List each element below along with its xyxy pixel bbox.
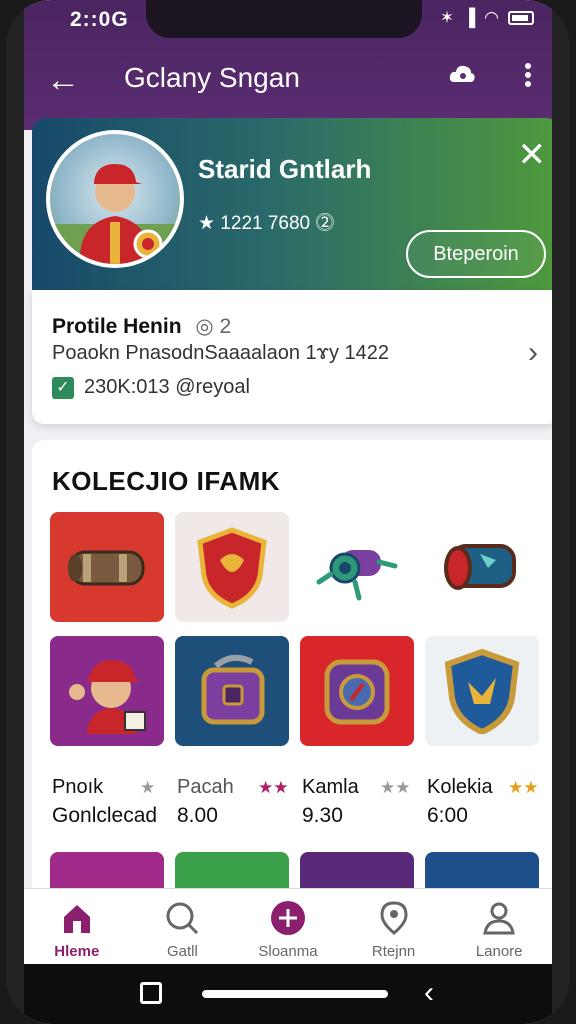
card-rating-star: ★★ xyxy=(508,778,539,797)
checkbox-icon[interactable]: ✓ xyxy=(52,376,74,399)
collection-section: KOLECJIO IFAMK Pnoık ★ Gonlclecad Pacah … xyxy=(32,440,552,900)
info-title-row: Protile Henin ◎ 2 xyxy=(52,314,231,339)
card-value: Gonlclecad xyxy=(52,804,158,827)
collection-tile-gold-shield[interactable] xyxy=(425,636,539,746)
collection-tile-player-card[interactable] xyxy=(50,636,164,746)
recents-button[interactable] xyxy=(140,982,162,1004)
cloud-gear-icon xyxy=(449,65,475,82)
nav-location[interactable]: Rtejnn xyxy=(341,889,447,964)
signal-icon: ▐ xyxy=(463,8,476,27)
app-title: Gclany Sngan xyxy=(124,62,300,93)
chevron-right-icon[interactable]: › xyxy=(528,336,538,370)
add-circle-icon xyxy=(270,901,305,935)
card-value: 9.30 xyxy=(302,804,343,827)
shield-badge-icon xyxy=(197,527,267,609)
phone-frame: 2::0G ✶ ▐ ◠ ← Gclany Sngan Starid Gntlar… xyxy=(6,0,570,1024)
gold-shield-icon xyxy=(444,648,520,734)
location-icon xyxy=(380,901,408,935)
system-navigation-bar: ‹ xyxy=(24,964,552,1024)
more-options-button[interactable] xyxy=(510,60,546,100)
profile-icon xyxy=(483,902,515,935)
status-time: 2::0G xyxy=(70,8,129,31)
info-stat-row: ✓ 230K:013 @reyoal xyxy=(52,376,250,399)
battery-icon xyxy=(508,11,534,25)
search-icon xyxy=(166,902,199,935)
drum-item-icon xyxy=(444,544,516,590)
card-rating-star: ★ xyxy=(140,778,156,797)
nav-label: Sloanma xyxy=(258,943,318,960)
collection-tile-lizard[interactable] xyxy=(300,512,414,622)
profile-banner: Starid Gntlarh ★ 1221 7680 ⓶ ✕ Bteperoin xyxy=(32,118,552,290)
card-name: Pnoık xyxy=(52,776,104,798)
card-rating-star: ★★ xyxy=(380,778,411,797)
cartoon-player-icon xyxy=(69,660,146,734)
cloud-settings-button[interactable] xyxy=(444,60,480,100)
creature-item-icon xyxy=(316,550,398,601)
collection-tile-scroll[interactable] xyxy=(50,512,164,622)
wifi-icon: ◠ xyxy=(484,8,499,27)
bluetooth-icon: ✶ xyxy=(439,8,455,27)
info-stat-text: 230K:013 @reyoal xyxy=(84,376,250,398)
card-rating-star: ★★ xyxy=(258,778,289,797)
info-count: ◎ 2 xyxy=(195,315,232,338)
nav-label: Gatll xyxy=(166,943,198,960)
card-name: Kamla xyxy=(302,776,359,798)
bottom-navigation: Hleme Gatll Sloanma Rtejnn Lanore xyxy=(24,888,552,964)
status-icons: ✶ ▐ ◠ xyxy=(440,8,534,28)
nav-label: Rtejnn xyxy=(371,943,416,960)
camera-notch xyxy=(146,0,422,38)
nav-home[interactable]: Hleme xyxy=(24,889,130,964)
banner-action-button[interactable]: Bteperoin xyxy=(406,230,546,278)
nav-search[interactable]: Gatll xyxy=(130,889,236,964)
player-avatar[interactable] xyxy=(46,130,184,268)
system-back-button[interactable]: ‹ xyxy=(424,976,434,1010)
scroll-item-icon xyxy=(68,550,145,586)
collection-tile-shield-book[interactable] xyxy=(175,512,289,622)
card-value: 6:00 xyxy=(427,804,468,827)
card-name: Pacah xyxy=(177,776,234,798)
nav-create[interactable]: Sloanma xyxy=(235,889,341,964)
nav-profile[interactable]: Lanore xyxy=(446,889,552,964)
nav-label: Hleme xyxy=(54,943,100,960)
gear-bag-icon xyxy=(201,654,265,725)
nav-label: Lanore xyxy=(475,943,523,960)
player-stats: ★ 1221 7680 ⓶ xyxy=(198,213,335,234)
profile-info-card[interactable]: Protile Henin ◎ 2 Poaokn PnasodnSaaaalao… xyxy=(32,290,552,424)
collection-title: KOLECJIO IFAMK xyxy=(52,466,281,496)
home-icon xyxy=(63,905,90,933)
info-title: Protile Henin xyxy=(52,315,182,338)
collection-tile-cannon[interactable] xyxy=(425,512,539,622)
emblem-item-icon xyxy=(324,659,390,725)
player-portrait-image xyxy=(50,164,180,264)
close-button[interactable]: ✕ xyxy=(518,138,547,172)
player-name: Starid Gntlarh xyxy=(198,154,372,184)
back-button[interactable]: ← xyxy=(46,60,86,100)
home-gesture-bar[interactable] xyxy=(202,990,388,998)
collection-tile-bag[interactable] xyxy=(175,636,289,746)
info-description: Poaokn PnasodnSaaaalaon 1ɤy 1422 xyxy=(52,342,390,364)
more-vert-icon xyxy=(525,63,531,87)
collection-tile-amulet[interactable] xyxy=(300,636,414,746)
card-name: Kolekia xyxy=(427,776,493,798)
screen: 2::0G ✶ ▐ ◠ ← Gclany Sngan Starid Gntlar… xyxy=(24,0,552,1024)
top-app-bar: 2::0G ✶ ▐ ◠ ← Gclany Sngan xyxy=(24,0,552,130)
card-value: 8.00 xyxy=(177,804,218,827)
